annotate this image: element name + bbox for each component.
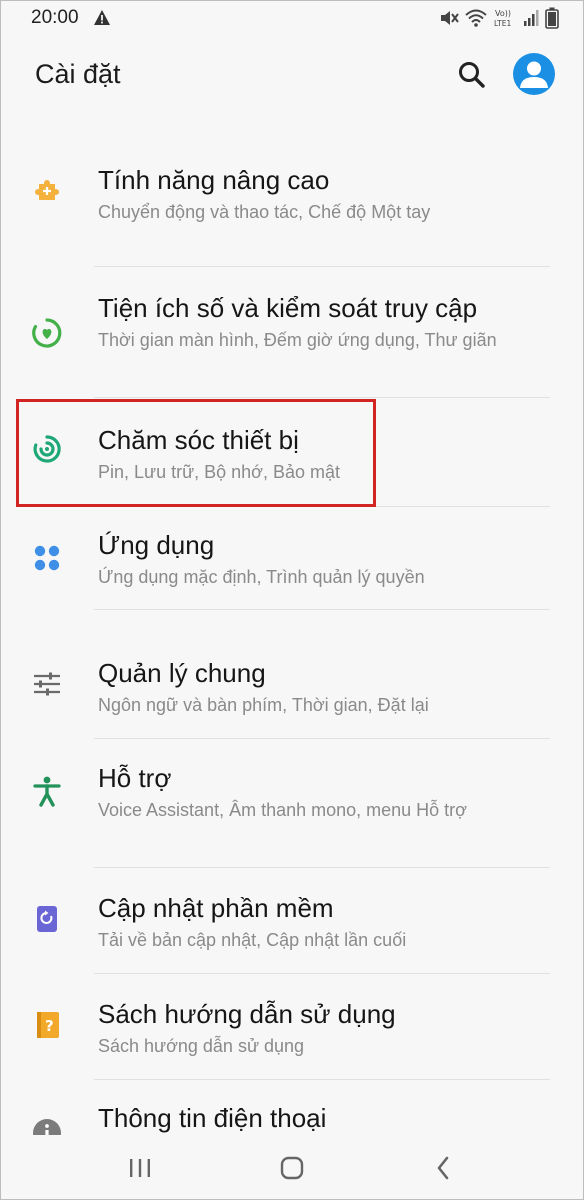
screen: 20:00 Vo)) LTE1 Cài đặt Tính năng nâng c… — [0, 0, 584, 1200]
settings-item-general-management[interactable]: Quản lý chung Ngôn ngữ và bàn phím, Thời… — [1, 644, 583, 736]
settings-item-about-phone[interactable]: Thông tin điện thoại — [1, 1091, 583, 1135]
item-subtitle: Ngôn ngữ và bàn phím, Thời gian, Đặt lại — [98, 695, 429, 715]
item-title: Cập nhật phần mềm — [98, 893, 334, 923]
apps-icon — [34, 545, 60, 571]
divider — [94, 973, 550, 974]
software-update-icon — [37, 906, 57, 932]
settings-item-apps[interactable]: Ứng dụng Ứng dụng mặc định, Trình quản l… — [1, 516, 583, 616]
item-subtitle: Thời gian màn hình, Đếm giờ ứng dụng, Th… — [98, 330, 497, 350]
puzzle-icon — [35, 180, 59, 200]
sliders-icon — [34, 672, 60, 696]
phone-info-icon — [33, 1119, 61, 1135]
settings-item-accessibility[interactable]: Hỗ trợ Voice Assistant, Âm thanh mono, m… — [1, 749, 583, 861]
recent-apps-icon[interactable] — [125, 1153, 155, 1183]
divider — [94, 1079, 550, 1080]
settings-item-software-update[interactable]: Cập nhật phần mềm Tải về bản cập nhật, C… — [1, 879, 583, 979]
settings-item-digital-wellbeing[interactable]: Tiện ích số và kiểm soát truy cập Thời g… — [1, 279, 583, 389]
home-icon[interactable] — [277, 1153, 307, 1183]
divider — [94, 738, 550, 739]
item-subtitle: Ứng dụng mặc định, Trình quản lý quyền — [98, 567, 425, 587]
item-title: Ứng dụng — [98, 530, 215, 560]
settings-list: Tính năng nâng cao Chuyển động và thao t… — [1, 1, 583, 1199]
navigation-bar — [1, 1135, 583, 1199]
item-title: Thông tin điện thoại — [98, 1103, 327, 1133]
user-manual-icon: ? — [37, 1012, 59, 1038]
item-subtitle: Sách hướng dẫn sử dụng — [98, 1036, 305, 1056]
item-title: Tiện ích số và kiểm soát truy cập — [98, 293, 478, 323]
item-subtitle: Voice Assistant, Âm thanh mono, menu Hỗ … — [98, 800, 467, 820]
item-title: Hỗ trợ — [98, 763, 172, 793]
settings-item-advanced-features[interactable]: Tính năng nâng cao Chuyển động và thao t… — [1, 151, 583, 261]
back-icon[interactable] — [429, 1153, 459, 1183]
settings-item-user-manual[interactable]: ? Sách hướng dẫn sử dụng Sách hướng dẫn … — [1, 985, 583, 1077]
item-subtitle: Chuyển động và thao tác, Chế độ Một tay — [98, 202, 431, 222]
divider — [94, 867, 550, 868]
digital-wellbeing-icon — [32, 318, 62, 348]
item-title: Quản lý chung — [98, 658, 266, 688]
divider — [94, 266, 550, 267]
item-title: Tính năng nâng cao — [98, 165, 330, 195]
accessibility-icon — [33, 776, 61, 807]
divider — [94, 397, 550, 398]
highlight-box — [16, 399, 376, 507]
item-subtitle: Tải về bản cập nhật, Cập nhật lần cuối — [98, 930, 407, 950]
item-title: Sách hướng dẫn sử dụng — [98, 999, 396, 1029]
svg-text:?: ? — [45, 1017, 54, 1035]
divider — [94, 609, 550, 610]
